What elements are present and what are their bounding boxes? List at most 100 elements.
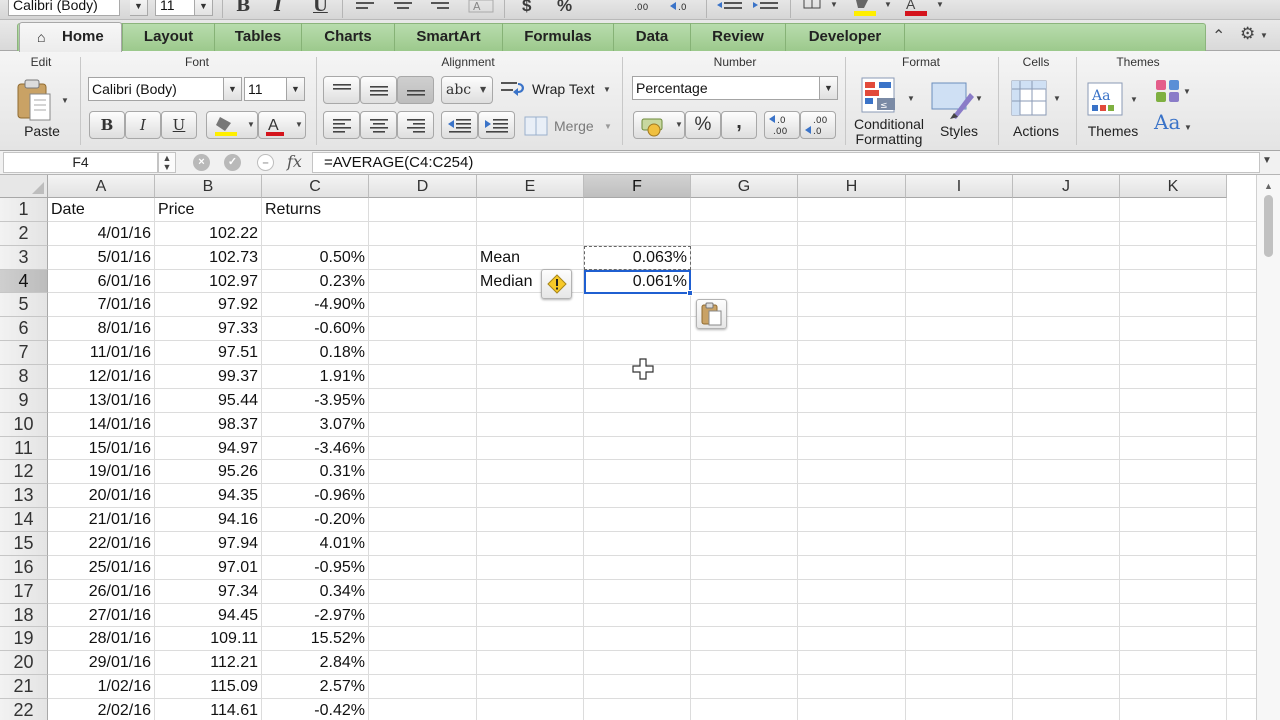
table-cell[interactable]: 15/01/16 (48, 437, 155, 461)
chevron-up-icon[interactable]: ⌃ (1212, 26, 1225, 46)
chevron-down-icon[interactable]: ▼ (287, 77, 305, 101)
table-cell[interactable]: 25/01/16 (48, 556, 155, 580)
select-all-corner[interactable] (0, 175, 48, 198)
align-right-button[interactable] (397, 111, 434, 139)
tab-tables[interactable]: Tables (214, 23, 301, 51)
themes-icon[interactable]: Aa (1086, 81, 1128, 119)
row-header-20[interactable]: 20 (0, 651, 48, 676)
table-cell[interactable]: 94.45 (155, 604, 262, 628)
table-cell[interactable]: 22/01/16 (48, 532, 155, 556)
row-header-2[interactable]: 2 (0, 221, 48, 246)
scroll-up-icon[interactable]: ▲ (1264, 181, 1273, 191)
table-cell[interactable]: 102.73 (155, 246, 262, 270)
table-cell[interactable]: -2.97% (262, 604, 369, 628)
align-top-button[interactable] (323, 76, 360, 104)
paste-options-button[interactable] (696, 299, 727, 329)
table-cell[interactable]: 11/01/16 (48, 341, 155, 365)
table-cell[interactable]: 0.50% (262, 246, 369, 270)
tab-smartart[interactable]: SmartArt (394, 23, 502, 51)
cell-E3[interactable]: Mean (477, 246, 584, 269)
table-cell[interactable]: 109.11 (155, 627, 262, 651)
themes-label[interactable]: Themes (1082, 124, 1144, 139)
column-header-c[interactable]: C (262, 175, 369, 198)
insert-function-button[interactable]: fx (287, 152, 302, 171)
tab-data[interactable]: Data (613, 23, 690, 51)
chevron-down-icon[interactable]: ▼ (604, 122, 612, 131)
orientation-button[interactable]: abc ▼ (441, 76, 493, 104)
underline-icon[interactable]: U (313, 0, 328, 16)
table-cell[interactable]: 97.92 (155, 293, 262, 317)
chevron-down-icon[interactable]: ▼ (1053, 94, 1061, 103)
table-cell[interactable]: -0.42% (262, 699, 369, 720)
table-cell[interactable]: 0.18% (262, 341, 369, 365)
chevron-down-icon[interactable]: ▼ (224, 77, 242, 101)
chevron-down-icon[interactable]: ▼ (1130, 95, 1138, 104)
row-header-6[interactable]: 6 (0, 317, 48, 342)
borders-icon[interactable] (803, 0, 823, 10)
table-cell[interactable]: -0.96% (262, 484, 369, 508)
chevron-down-icon[interactable]: ▼ (975, 94, 983, 103)
column-header-b[interactable]: B (155, 175, 262, 198)
font-color-button[interactable]: A ▼ (258, 111, 306, 139)
table-cell[interactable]: 97.34 (155, 580, 262, 604)
column-header-j[interactable]: J (1013, 175, 1120, 198)
column-title[interactable]: Returns (262, 198, 369, 222)
table-cell[interactable]: 4.01% (262, 532, 369, 556)
table-cell[interactable]: 0.23% (262, 270, 369, 294)
chevron-down-icon[interactable]: ▼ (936, 0, 944, 9)
merge-icon[interactable] (524, 115, 550, 137)
column-header-k[interactable]: K (1120, 175, 1227, 198)
table-cell[interactable]: 115.09 (155, 675, 262, 699)
decrease-decimal-button[interactable]: .00.0 (800, 111, 836, 139)
table-cell[interactable]: -0.60% (262, 317, 369, 341)
table-cell[interactable]: 2.84% (262, 651, 369, 675)
outdent-icon[interactable] (716, 0, 744, 12)
table-cell[interactable]: 27/01/16 (48, 604, 155, 628)
column-header-d[interactable]: D (369, 175, 477, 198)
chevron-down-icon[interactable]: ▼ (130, 0, 148, 16)
row-header-12[interactable]: 12 (0, 460, 48, 485)
increase-decimal-icon[interactable]: .00 (632, 0, 658, 14)
table-cell[interactable]: 94.35 (155, 484, 262, 508)
tab-formulas[interactable]: Formulas (502, 23, 613, 51)
table-cell[interactable]: 3.07% (262, 413, 369, 437)
table-cell[interactable]: 15.52% (262, 627, 369, 651)
styles-label[interactable]: Styles (932, 124, 986, 139)
row-header-10[interactable]: 10 (0, 412, 48, 437)
table-cell[interactable]: 12/01/16 (48, 365, 155, 389)
cell-actions-icon[interactable] (1010, 79, 1050, 119)
theme-fonts-button[interactable]: Aa (1154, 112, 1180, 132)
column-title[interactable]: Date (48, 198, 155, 222)
tab-review[interactable]: Review (690, 23, 785, 51)
row-header-15[interactable]: 15 (0, 532, 48, 556)
error-check-button[interactable] (541, 269, 572, 299)
conditional-formatting-icon[interactable]: ≤ (860, 76, 904, 118)
theme-colors-icon[interactable] (1154, 78, 1182, 104)
increase-decimal-button[interactable]: .0.00 (764, 111, 800, 139)
row-header-17[interactable]: 17 (0, 579, 48, 604)
column-header-e[interactable]: E (477, 175, 584, 198)
table-cell[interactable]: 7/01/16 (48, 293, 155, 317)
table-cell[interactable]: 97.51 (155, 341, 262, 365)
table-cell[interactable]: 21/01/16 (48, 508, 155, 532)
chevron-down-icon[interactable]: ▼ (1262, 155, 1272, 166)
row-header-11[interactable]: 11 (0, 436, 48, 461)
table-cell[interactable]: 8/01/16 (48, 317, 155, 341)
column-header-a[interactable]: A (48, 175, 155, 198)
row-header-5[interactable]: 5 (0, 293, 48, 318)
chevron-down-icon[interactable]: ▼ (195, 0, 213, 16)
align-center-button[interactable] (360, 111, 397, 139)
decrease-indent-button[interactable] (441, 111, 478, 139)
chevron-down-icon[interactable]: ▼ (830, 0, 838, 9)
conditional-formatting-label-1[interactable]: Conditional (850, 117, 928, 132)
table-cell[interactable]: 95.44 (155, 389, 262, 413)
table-cell[interactable]: 19/01/16 (48, 460, 155, 484)
indent-icon[interactable] (752, 0, 780, 12)
table-cell[interactable]: 26/01/16 (48, 580, 155, 604)
name-box-stepper[interactable]: ▲ ▼ (158, 152, 176, 173)
row-header-14[interactable]: 14 (0, 508, 48, 533)
table-cell[interactable]: 97.33 (155, 317, 262, 341)
table-cell[interactable]: 14/01/16 (48, 413, 155, 437)
vertical-scrollbar[interactable]: ▲ (1256, 175, 1280, 720)
table-cell[interactable]: 98.37 (155, 413, 262, 437)
